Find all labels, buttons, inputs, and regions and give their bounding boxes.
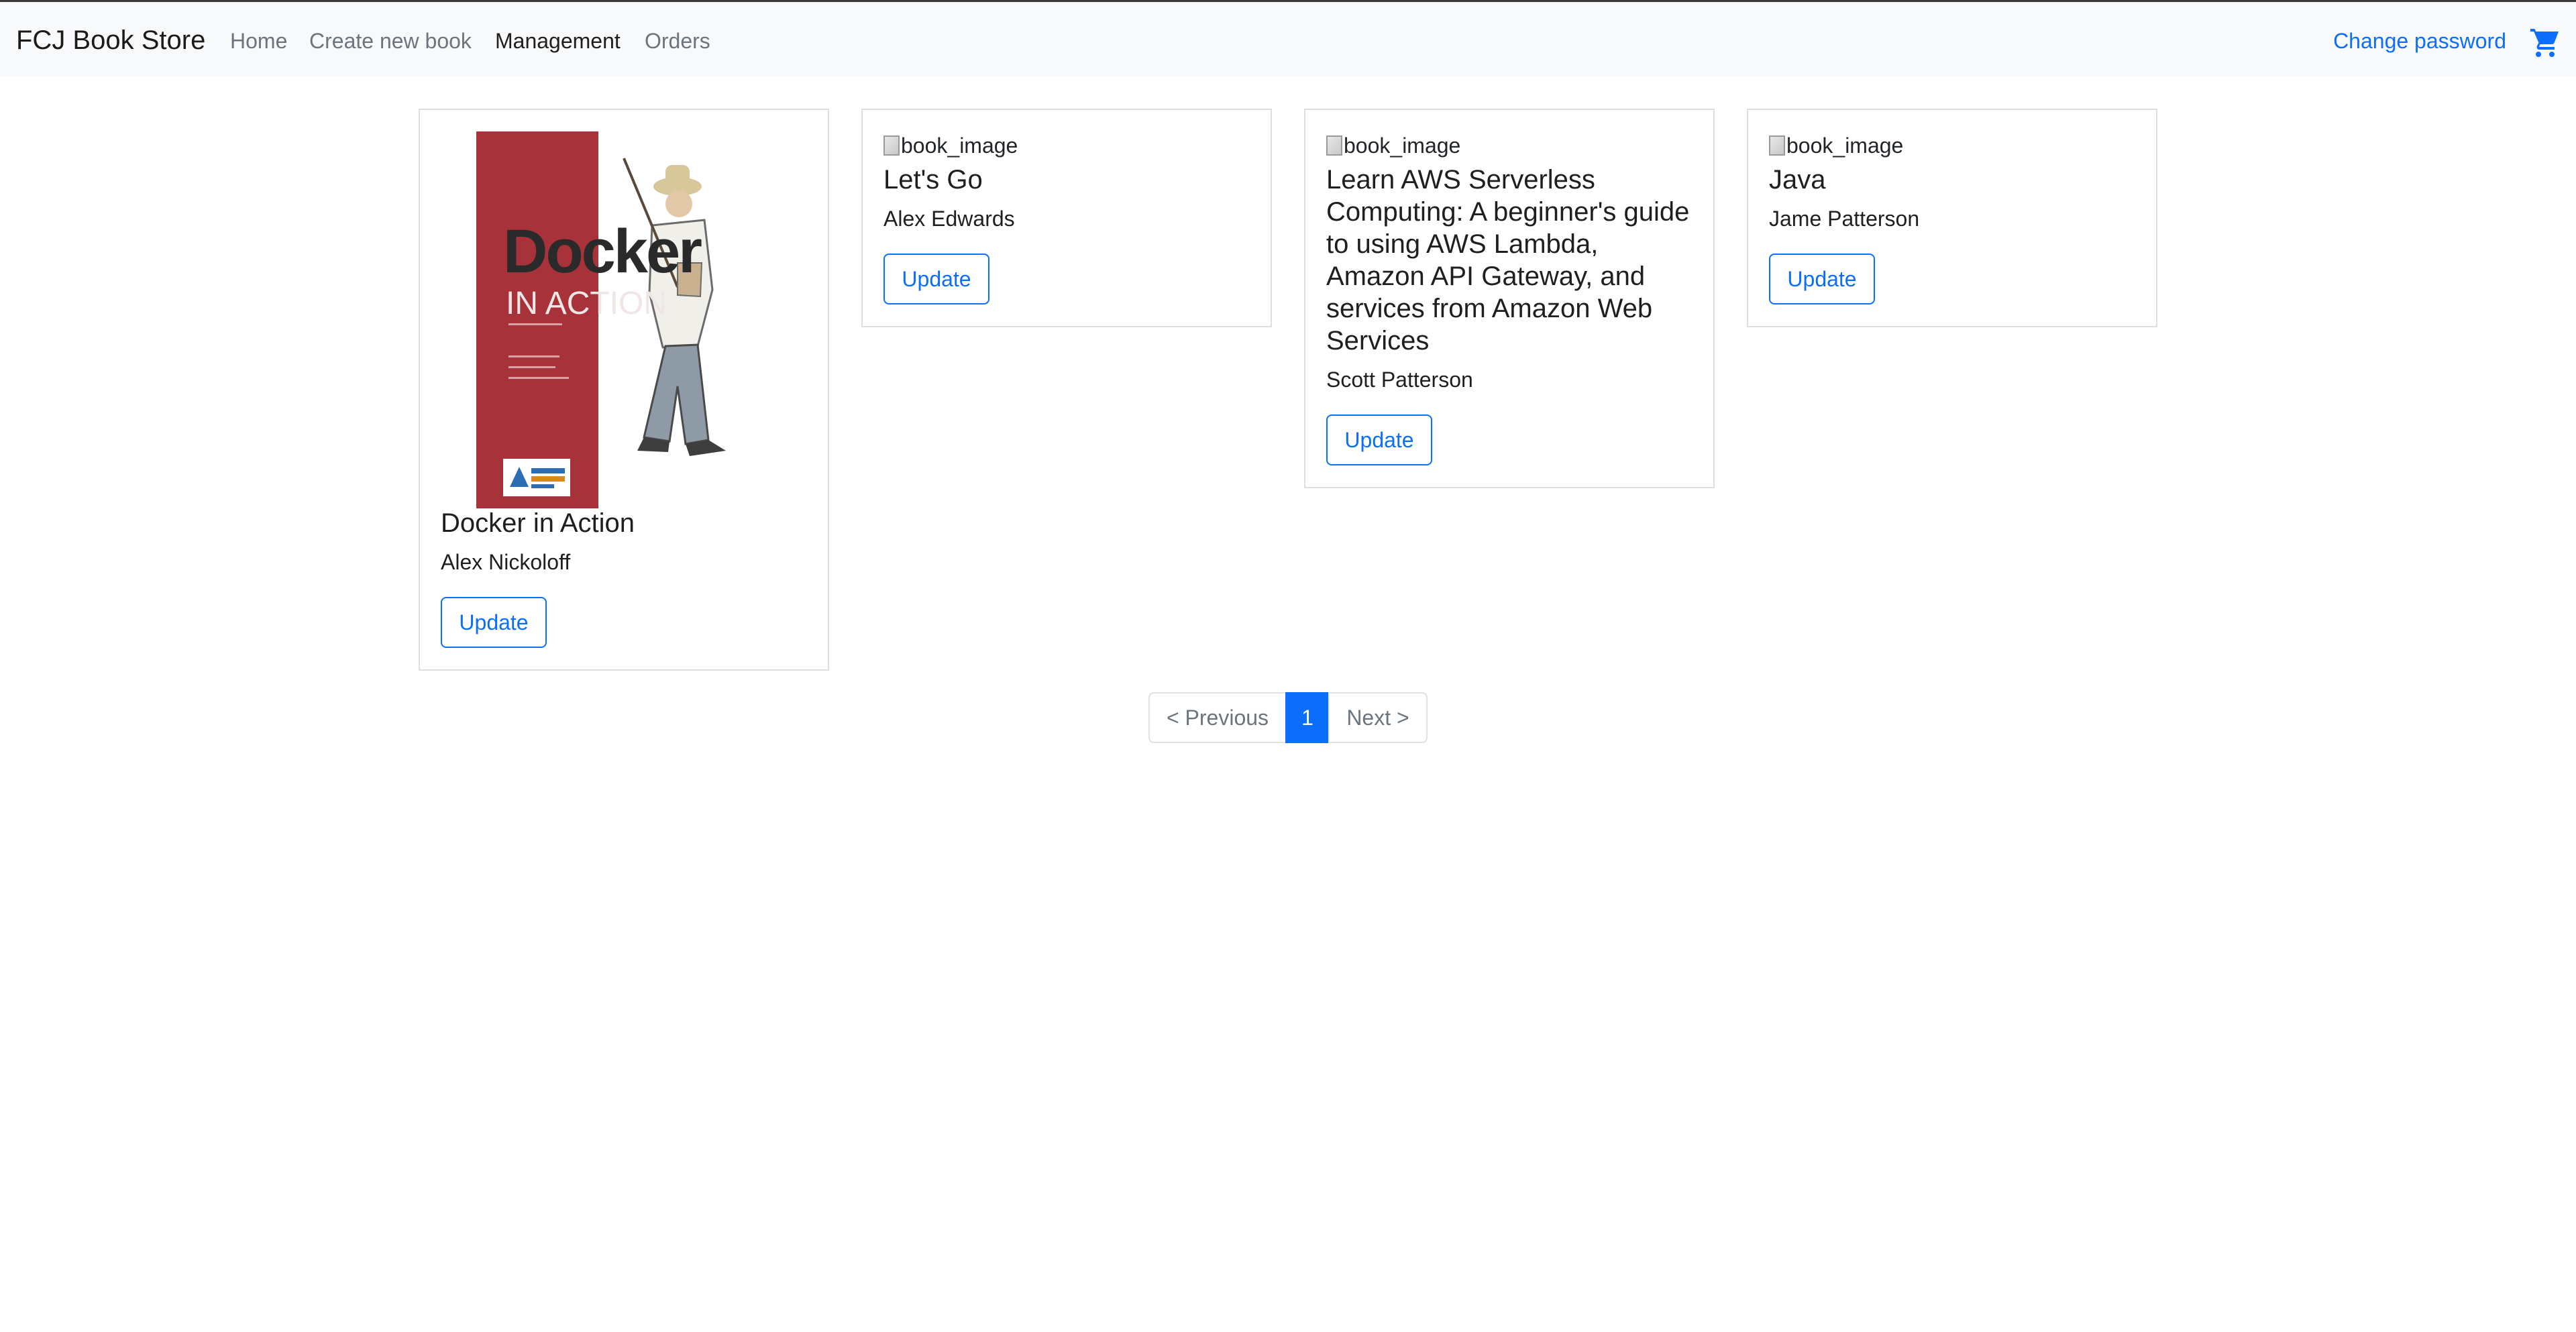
brand-link[interactable]: FCJ Book Store xyxy=(16,24,205,56)
update-button[interactable]: Update xyxy=(441,597,547,648)
book-cover-image: Docker IN ACTION xyxy=(476,131,761,508)
book-image-alt: book_image xyxy=(1786,133,1904,158)
nav-link-create-new-book[interactable]: Create new book xyxy=(309,27,472,54)
book-author: Jame Patterson xyxy=(1769,207,1920,231)
broken-image-icon xyxy=(1769,135,1785,156)
cart-icon[interactable] xyxy=(2529,26,2561,58)
pagination: < Previous 1 Next > xyxy=(1148,692,1428,743)
book-image-alt: book_image xyxy=(1344,133,1461,158)
book-card: book_image Let's Go Alex Edwards Update xyxy=(861,109,1272,327)
book-title: Let's Go xyxy=(883,165,983,195)
book-title: Java xyxy=(1769,165,1826,195)
navbar: FCJ Book Store Home Create new book Mana… xyxy=(0,0,2576,76)
book-title: Docker in Action xyxy=(441,508,635,538)
cover-title-text: Docker xyxy=(503,217,702,286)
broken-image-icon xyxy=(1326,135,1342,156)
book-author: Scott Patterson xyxy=(1326,368,1473,392)
pagination-previous[interactable]: < Previous xyxy=(1148,692,1287,743)
book-image-placeholder: book_image xyxy=(1769,132,1903,159)
broken-image-icon xyxy=(883,135,900,156)
book-author: Alex Edwards xyxy=(883,207,1015,231)
book-image-placeholder: book_image xyxy=(883,132,1018,159)
update-button[interactable]: Update xyxy=(883,254,989,304)
book-image-placeholder: book_image xyxy=(1326,132,1460,159)
book-title: Learn AWS Serverless Computing: A beginn… xyxy=(1326,165,1690,355)
pagination-page-1[interactable]: 1 xyxy=(1285,692,1330,743)
book-card: Docker IN ACTION Docker in Action Alex N… xyxy=(419,109,829,671)
book-card: book_image Learn AWS Serverless Computin… xyxy=(1304,109,1715,488)
book-image-alt: book_image xyxy=(901,133,1018,158)
nav-link-home[interactable]: Home xyxy=(230,27,287,54)
cover-subtitle-text: IN ACTION xyxy=(506,286,667,321)
nav-link-orders[interactable]: Orders xyxy=(645,27,710,54)
book-author: Alex Nickoloff xyxy=(441,550,571,574)
update-button[interactable]: Update xyxy=(1769,254,1875,304)
update-button[interactable]: Update xyxy=(1326,414,1432,465)
pagination-next[interactable]: Next > xyxy=(1328,692,1428,743)
book-card: book_image Java Jame Patterson Update xyxy=(1747,109,2157,327)
change-password-link[interactable]: Change password xyxy=(2333,27,2506,54)
nav-link-management[interactable]: Management xyxy=(495,27,621,54)
